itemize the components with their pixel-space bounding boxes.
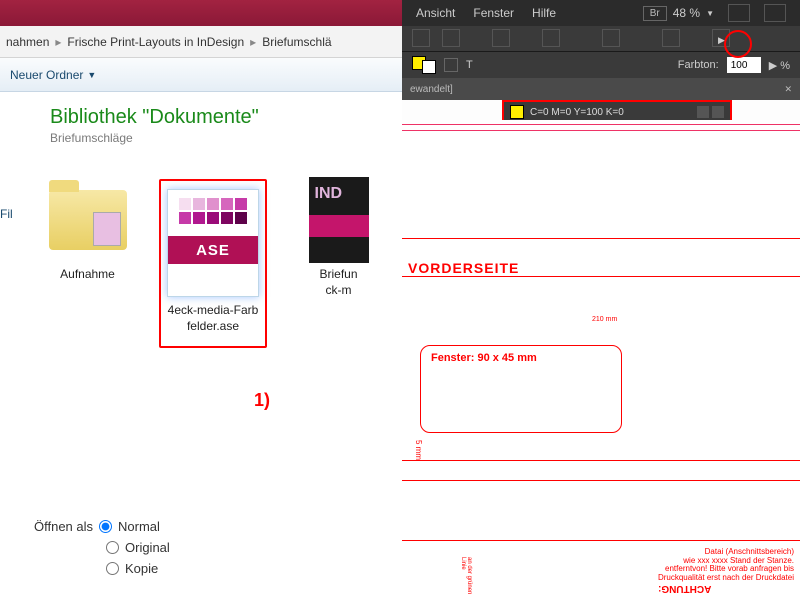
zoom-level[interactable]: 48 % (673, 6, 700, 20)
ctrl-slot[interactable] (662, 29, 680, 47)
ctrl-slot[interactable] (442, 29, 460, 47)
radio-kopie[interactable] (106, 562, 119, 575)
folder-icon (49, 190, 127, 250)
breadcrumb[interactable]: nahmen ▸ Frische Print-Layouts in InDesi… (0, 26, 402, 58)
chevron-down-icon: ▼ (87, 70, 96, 80)
radio-label: Normal (118, 519, 160, 534)
menu-hilfe[interactable]: Hilfe (532, 6, 556, 20)
ase-file-selected[interactable]: ASE 4eck-media-Farb felder.ase (159, 179, 267, 348)
file-list: Aufnahme ASE 4eck-media-Farb felder.ase … (0, 145, 402, 348)
ind-badge: IND (315, 185, 343, 203)
menu-fenster[interactable]: Fenster (473, 6, 514, 20)
document-tab[interactable]: ewandelt] ✕ (402, 78, 800, 100)
document-canvas[interactable]: VORDERSEITE 210 mm Fenster: 90 x 45 mm 5… (402, 120, 800, 600)
ase-thumbnail: ASE (167, 189, 259, 297)
ase-badge: ASE (168, 236, 258, 264)
ctrl-slot[interactable] (412, 29, 430, 47)
vorderseite-label: VORDERSEITE (408, 260, 519, 276)
window-outline: Fenster: 90 x 45 mm (420, 345, 622, 433)
arrange-icon[interactable] (764, 4, 786, 22)
callout-1: 1) (254, 390, 270, 411)
ctrl-slot[interactable] (602, 29, 620, 47)
ctrl-slot[interactable] (542, 29, 560, 47)
dim-label: 210 mm (592, 316, 617, 323)
library-subtitle: Briefumschläge (50, 131, 388, 145)
breadcrumb-seg[interactable]: Briefumschlä (262, 35, 331, 49)
library-header: Bibliothek "Dokumente" Briefumschläge (0, 92, 402, 145)
sidebar-fragment: Fil (0, 92, 22, 221)
file-label: Briefun ck-m (285, 267, 392, 298)
tint-pct: ▶ % (769, 59, 790, 72)
breadcrumb-seg[interactable]: nahmen (6, 35, 49, 49)
window-label: Fenster: 90 x 45 mm (431, 352, 537, 364)
indesign-window: Ansicht Fenster Hilfe Br 48 % ▼ ▶ T Farb… (402, 0, 800, 600)
ind-thumbnail: IND (309, 177, 369, 263)
fill-stroke-icon[interactable] (412, 56, 436, 74)
radio-label: Original (125, 540, 170, 555)
open-as-label: Öffnen als (34, 519, 93, 534)
close-icon[interactable]: ✕ (784, 84, 792, 95)
dim-5mm: 5 mm (414, 440, 423, 460)
callout-circle (724, 30, 752, 58)
ind-file-item[interactable]: IND Briefun ck-m (285, 179, 392, 348)
chevron-right-icon: ▸ (55, 35, 61, 49)
radio-normal[interactable] (99, 520, 112, 533)
bridge-button[interactable]: Br (643, 6, 667, 21)
radio-label: Kopie (125, 561, 158, 576)
open-as-group: Öffnen als Normal Original Kopie (34, 519, 170, 582)
file-label: 4eck-media-Farb felder.ase (167, 303, 259, 334)
color-type-icon (697, 106, 709, 118)
swatch-name: C=0 M=0 Y=100 K=0 (530, 107, 691, 118)
folder-item[interactable]: Aufnahme (34, 179, 141, 348)
fold-note: an der grünenLinie (460, 557, 472, 594)
tint-input[interactable]: 100 (727, 57, 761, 73)
chevron-down-icon: ▼ (706, 9, 714, 18)
explorer-titlebar (0, 0, 402, 26)
ctrl-slot[interactable] (492, 29, 510, 47)
formatting-container-icon[interactable] (444, 58, 458, 72)
explorer-toolbar: Neuer Ordner ▼ (0, 58, 402, 92)
file-label: Aufnahme (34, 267, 141, 283)
new-folder-button[interactable]: Neuer Ordner (10, 68, 83, 82)
menu-ansicht[interactable]: Ansicht (416, 6, 455, 20)
breadcrumb-seg[interactable]: Frische Print-Layouts in InDesign (67, 35, 244, 49)
explorer-window: nahmen ▸ Frische Print-Layouts in InDesi… (0, 0, 402, 600)
radio-original[interactable] (106, 541, 119, 554)
cmyk-icon (712, 106, 724, 118)
library-title: Bibliothek "Dokumente" (50, 106, 388, 129)
achtung-block: Datai (Anschnittsbereich) wie xxx xxxx S… (658, 548, 794, 594)
chevron-right-icon: ▸ (250, 35, 256, 49)
swatch-row[interactable]: C=0 M=0 Y=100 K=0 (504, 102, 730, 122)
menubar: Ansicht Fenster Hilfe Br 48 % ▼ (402, 0, 800, 26)
text-indicator: T (466, 59, 473, 71)
swatch-color-icon (510, 105, 524, 119)
tint-label: Farbton: (678, 59, 719, 71)
screen-mode-icon[interactable] (728, 4, 750, 22)
